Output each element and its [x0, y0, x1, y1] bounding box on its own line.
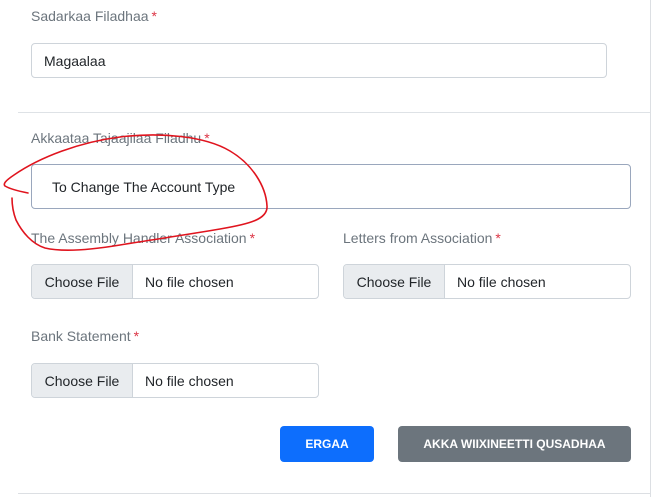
file-type-label-text: Akkaataa Tajaajilaa Filadhu [31, 130, 202, 146]
section-divider [18, 112, 650, 113]
file-title-value: Magaalaa [44, 52, 106, 69]
required-marker: * [495, 230, 501, 246]
cancel-button[interactable]: AKKA WIIXINEETTI QUSADHAA [398, 426, 631, 462]
bank-file-label: Bank Statement * [31, 328, 139, 344]
file-type-label: Akkaataa Tajaajilaa Filadhu * [31, 130, 210, 146]
file-title-label: Sadarkaa Filadhaa * [31, 8, 157, 24]
bank-file-input[interactable]: Choose File No file chosen [31, 363, 319, 398]
bank-file-label-text: Bank Statement [31, 328, 131, 344]
submit-button[interactable]: ERGAA [280, 426, 374, 462]
assembly-file-label-text: The Assembly Handler Association [31, 230, 247, 246]
choose-file-button[interactable]: Choose File [344, 265, 445, 298]
choose-file-button[interactable]: Choose File [32, 265, 133, 298]
file-type-value: To Change The Account Type [52, 178, 236, 195]
file-status-text: No file chosen [145, 372, 234, 389]
letters-file-label: Letters from Association * [343, 230, 501, 246]
required-marker: * [151, 8, 157, 24]
letters-file-label-text: Letters from Association [343, 230, 493, 246]
file-status-text: No file chosen [457, 273, 546, 290]
file-title-field[interactable]: Magaalaa [31, 43, 607, 78]
required-marker: * [204, 130, 210, 146]
letters-file-input[interactable]: Choose File No file chosen [343, 264, 631, 299]
file-type-field[interactable]: To Change The Account Type [31, 164, 631, 209]
required-marker: * [133, 328, 140, 344]
required-marker: * [249, 230, 256, 246]
file-title-label-text: Sadarkaa Filadhaa [31, 8, 149, 24]
card-border-bottom [18, 493, 650, 494]
assembly-file-input[interactable]: Choose File No file chosen [31, 264, 319, 299]
assembly-file-label: The Assembly Handler Association * [31, 230, 255, 246]
card-border-right [650, 0, 651, 497]
file-status-text: No file chosen [145, 273, 234, 290]
choose-file-button[interactable]: Choose File [32, 364, 133, 397]
